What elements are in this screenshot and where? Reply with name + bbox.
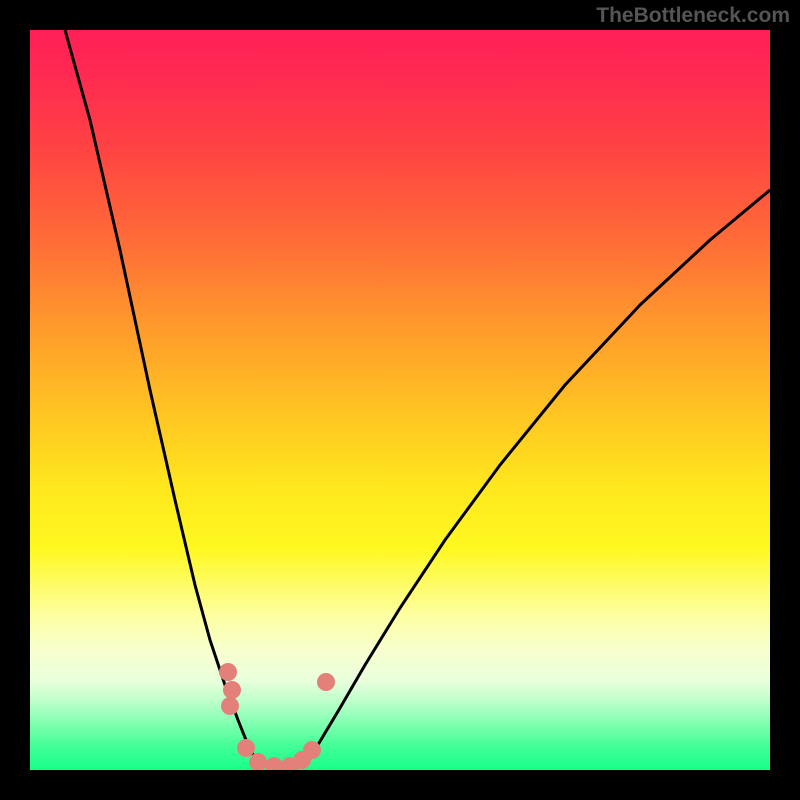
data-marker [303, 741, 321, 759]
data-marker [265, 757, 283, 770]
curve-left-path [65, 30, 262, 768]
watermark-text: TheBottleneck.com [596, 4, 790, 28]
chart-frame: TheBottleneck.com [0, 0, 800, 800]
curve-right-path [302, 190, 770, 768]
data-marker [237, 739, 255, 757]
data-marker [249, 753, 267, 770]
data-marker [223, 681, 241, 699]
data-marker [317, 673, 335, 691]
data-marker [221, 697, 239, 715]
plot-area [30, 30, 770, 770]
bottleneck-curve [30, 30, 770, 770]
data-marker [219, 663, 237, 681]
